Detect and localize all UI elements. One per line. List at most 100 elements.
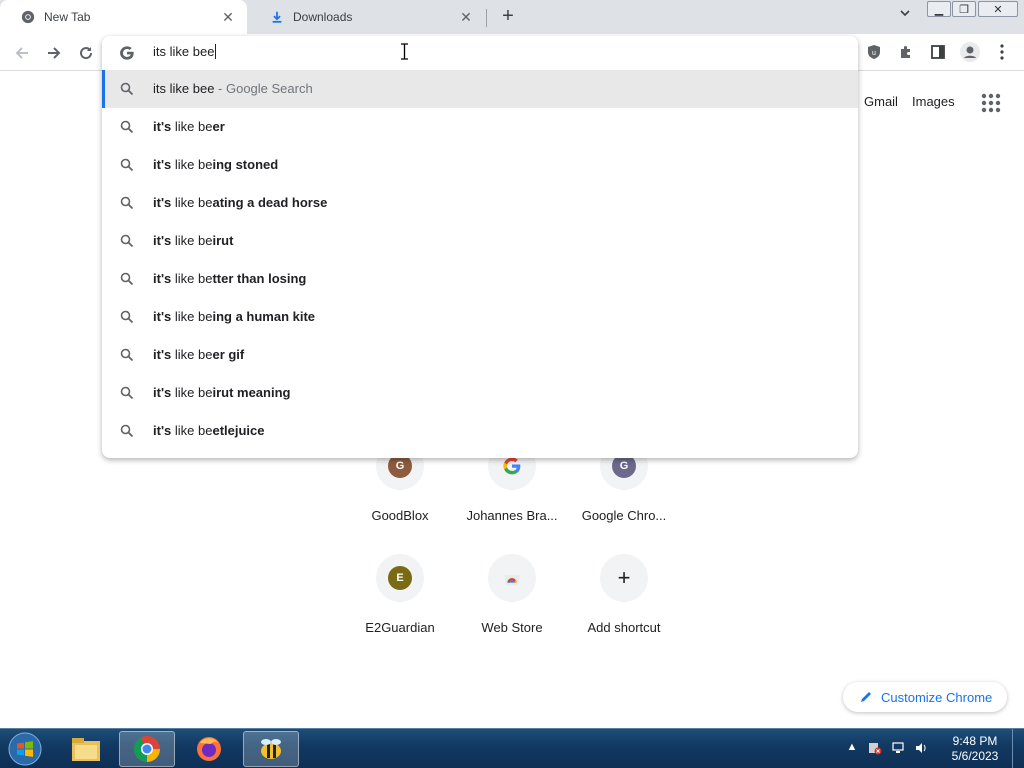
taskbar-bee-app[interactable] — [243, 731, 299, 767]
close-tab-icon[interactable]: ✕ — [219, 8, 237, 26]
suggestion-item[interactable]: it's like beer gif — [102, 336, 858, 374]
suggestion-typed: like be — [171, 423, 213, 438]
suggestion-item[interactable]: it's like beirut meaning — [102, 374, 858, 412]
close-window-button[interactable]: ✕ — [978, 1, 1018, 17]
suggestion-item[interactable]: it's like beetlejuice — [102, 412, 858, 450]
suggestion-completion: tter than losing — [212, 271, 307, 286]
ublock-button[interactable]: u — [861, 39, 887, 65]
suggestion-text: it's like beer gif — [153, 347, 244, 362]
suggestion-item[interactable]: it's like being stoned — [102, 146, 858, 184]
address-bar[interactable]: its like bee — [102, 36, 858, 70]
taskbar-chrome[interactable] — [119, 731, 175, 767]
shortcut-google-chrome[interactable]: G Google Chro... — [568, 442, 680, 554]
search-icon — [120, 272, 134, 286]
reload-icon — [80, 47, 93, 60]
text-cursor-icon — [401, 43, 408, 60]
apps-grid-icon — [981, 93, 1001, 113]
download-icon — [269, 9, 285, 25]
suggestion-text: it's like being a human kite — [153, 309, 315, 324]
images-link[interactable]: Images — [912, 94, 955, 109]
suggestion-prefix: it's — [153, 233, 172, 248]
taskbar-firefox[interactable] — [181, 731, 237, 767]
suggestion-text: it's like beirut — [153, 233, 233, 248]
tab-new-tab[interactable]: New Tab ✕ — [0, 0, 247, 34]
suggestion-item[interactable]: it's like beer — [102, 108, 858, 146]
google-apps-button[interactable] — [979, 91, 1003, 115]
suggestion-prefix: it's — [153, 119, 172, 134]
suggestion-typed: like be — [171, 157, 213, 172]
clock-time: 9:48 PM — [952, 734, 998, 748]
shortcut-goodblox[interactable]: G GoodBlox — [344, 442, 456, 554]
suggestion-prefix: it's — [153, 423, 172, 438]
file-explorer-icon — [72, 738, 100, 761]
restore-button[interactable]: ❐ — [952, 1, 976, 17]
new-tab-button[interactable]: + — [496, 6, 520, 28]
tab-downloads[interactable]: Downloads ✕ — [249, 0, 485, 34]
tray-expand-icon[interactable]: ▲ — [845, 741, 859, 755]
suggestion-text: it's like beirut meaning — [153, 385, 290, 400]
action-center-icon[interactable] — [868, 741, 882, 755]
forward-arrow-icon — [48, 47, 61, 59]
suggestion-item[interactable]: it's like beirut — [102, 222, 858, 260]
google-g-icon — [120, 46, 134, 60]
profile-button[interactable] — [957, 39, 983, 65]
network-icon[interactable] — [891, 741, 905, 755]
close-tab-icon[interactable]: ✕ — [457, 8, 475, 26]
avatar-icon — [960, 42, 980, 62]
shortcut-label: Johannes Bra... — [466, 508, 558, 523]
volume-icon[interactable] — [914, 741, 928, 755]
suggestion-completion: ing stoned — [212, 157, 279, 172]
suggestion-item[interactable]: it's like being a human kite — [102, 298, 858, 336]
close-icon: ✕ — [993, 3, 1003, 16]
search-icon — [120, 424, 134, 438]
firefox-icon — [197, 737, 221, 761]
shortcut-label: GoodBlox — [371, 508, 429, 523]
system-clock[interactable]: 9:48 PM 5/6/2023 — [944, 734, 1006, 764]
bee-app-icon — [261, 739, 281, 759]
extensions-button[interactable] — [893, 39, 919, 65]
suggestion-completion: irut meaning — [212, 385, 291, 400]
address-input[interactable]: its like bee — [153, 44, 216, 59]
tab-title: Downloads — [293, 10, 353, 24]
suggestion-text: its like bee - Google Search — [153, 81, 313, 96]
shortcut-e2guardian[interactable]: E E2Guardian — [344, 554, 456, 666]
kebab-menu-icon — [1000, 44, 1004, 60]
taskbar-file-explorer[interactable] — [58, 731, 114, 767]
pencil-icon — [861, 692, 871, 702]
start-button[interactable] — [6, 731, 44, 767]
side-panel-icon — [931, 45, 945, 59]
add-shortcut-button[interactable]: + Add shortcut — [568, 554, 680, 666]
puzzle-icon — [901, 46, 910, 58]
back-button[interactable] — [8, 39, 36, 67]
shortcut-johannes[interactable]: Johannes Bra... — [456, 442, 568, 554]
side-panel-button[interactable] — [925, 39, 951, 65]
suggestion-typed: like be — [171, 119, 213, 134]
suggestion-completion: etlejuice — [212, 423, 265, 438]
search-icon — [120, 386, 134, 400]
search-icon — [120, 310, 134, 324]
suggestion-text: it's like beer — [153, 119, 225, 134]
shortcut-web-store[interactable]: Web Store — [456, 554, 568, 666]
tab-search-button[interactable] — [893, 7, 917, 27]
suggestion-suffix: - Google Search — [214, 81, 313, 96]
suggestion-item[interactable]: it's like beating a dead horse — [102, 184, 858, 222]
minimize-button[interactable]: ▁ — [927, 1, 951, 17]
forward-button[interactable] — [40, 39, 68, 67]
chrome-icon — [20, 9, 36, 25]
suggestion-text: it's like beating a dead horse — [153, 195, 327, 210]
reload-button[interactable] — [72, 39, 100, 67]
windows-start-icon — [8, 732, 42, 766]
suggestion-query: its like bee — [153, 81, 215, 96]
show-desktop-button[interactable] — [1012, 729, 1024, 768]
suggestion-completion: er gif — [212, 347, 245, 362]
customize-chrome-button[interactable]: Customize Chrome — [843, 682, 1007, 712]
suggestion-google-search[interactable]: its like bee - Google Search — [102, 70, 858, 108]
shortcut-icon-bg: E — [376, 554, 424, 602]
gmail-link[interactable]: Gmail — [864, 94, 898, 109]
shortcut-icon-bg — [488, 554, 536, 602]
suggestion-item[interactable]: it's like better than losing — [102, 260, 858, 298]
back-arrow-icon — [15, 47, 28, 59]
menu-button[interactable] — [989, 39, 1015, 65]
suggestion-prefix: it's — [153, 385, 172, 400]
shortcut-label: Add shortcut — [587, 620, 661, 635]
